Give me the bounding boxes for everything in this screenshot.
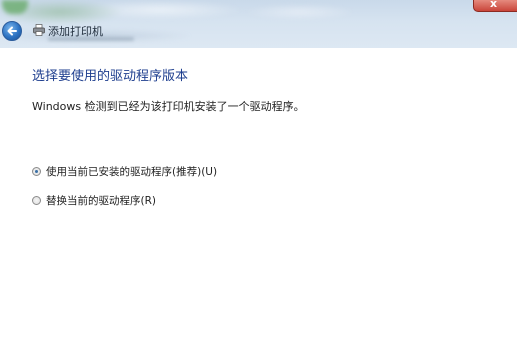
wizard-content: 选择要使用的驱动程序版本 Windows 检测到已经为该打印机安装了一个驱动程序… <box>0 48 517 344</box>
blurred-caption <box>48 37 134 41</box>
radio-use-current[interactable] <box>32 167 41 176</box>
back-arrow-icon <box>7 26 17 36</box>
background-blur-shape <box>2 0 28 14</box>
printer-icon <box>33 24 45 36</box>
option-label: 替换当前的驱动程序(R) <box>46 195 156 207</box>
close-icon: x <box>490 0 498 10</box>
option-replace-driver[interactable]: 替换当前的驱动程序(R) <box>32 193 156 208</box>
description-text: Windows 检测到已经为该打印机安装了一个驱动程序。 <box>32 100 305 113</box>
add-printer-window: x 添加打印机 选择要使用的驱动程序版本 Windows 检测到已经为该打印机安… <box>0 0 517 344</box>
back-button[interactable] <box>2 21 22 41</box>
option-label: 使用当前已安装的驱动程序(推荐)(U) <box>46 166 218 178</box>
close-button[interactable]: x <box>473 0 517 12</box>
content-bottom <box>0 330 517 344</box>
option-use-current-driver[interactable]: 使用当前已安装的驱动程序(推荐)(U) <box>32 164 217 179</box>
page-heading: 选择要使用的驱动程序版本 <box>32 69 189 84</box>
title-bar: x 添加打印机 <box>0 0 517 48</box>
radio-replace[interactable] <box>32 196 41 205</box>
